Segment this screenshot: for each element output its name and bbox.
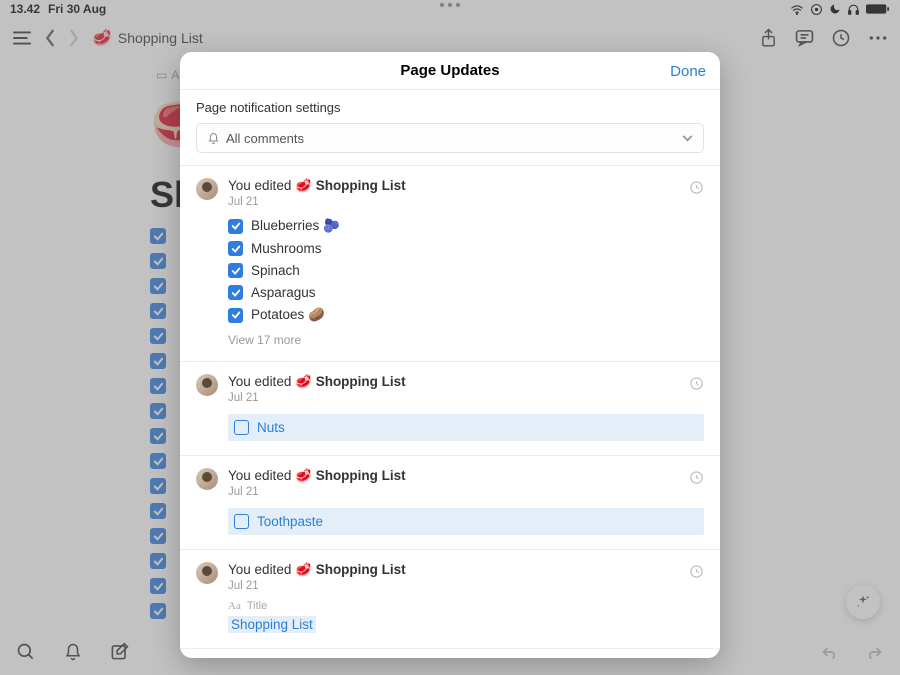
update-date: Jul 21 — [228, 392, 406, 404]
update-block[interactable]: You edited 🥩 Shopping List Jul 21 AaTitl… — [180, 550, 720, 649]
checkbox-checked-icon — [228, 285, 243, 300]
block-type-label: AaTitle — [228, 600, 704, 612]
update-block[interactable]: You edited 🥩 Shopping List Jul 21 Nuts — [180, 362, 720, 456]
avatar — [196, 562, 218, 584]
checkbox-checked-icon — [228, 308, 243, 323]
update-date: Jul 21 — [228, 580, 406, 592]
update-block[interactable]: You edited 🥩 Shopping List Jul 21 Toothp… — [180, 456, 720, 550]
page-updates-modal: Page Updates Done Page notification sett… — [180, 52, 720, 658]
checkbox-empty-icon — [234, 420, 249, 435]
page-emoji-icon: 🥩 — [295, 562, 312, 577]
clock-icon — [689, 564, 704, 579]
notification-dropdown[interactable]: All comments — [196, 123, 704, 153]
page-emoji-icon: 🥩 — [295, 374, 312, 389]
added-item-row: Toothpaste — [228, 508, 704, 535]
avatar — [196, 468, 218, 490]
update-date: Jul 21 — [228, 486, 406, 498]
update-block[interactable]: You edited 🥩 Shopping List Jul 21 Bluebe… — [180, 166, 720, 362]
update-title: You edited 🥩 Shopping List — [228, 374, 406, 390]
checklist-item: Mushrooms — [228, 241, 704, 256]
view-more-link[interactable]: View 17 more — [228, 333, 704, 347]
avatar — [196, 178, 218, 200]
update-title: You edited 🥩 Shopping List — [228, 178, 406, 194]
checklist-item: Asparagus — [228, 285, 704, 300]
avatar — [196, 374, 218, 396]
update-date: Jul 21 — [228, 196, 406, 208]
modal-title: Page Updates — [400, 62, 499, 79]
checkbox-checked-icon — [228, 219, 243, 234]
clock-icon — [689, 180, 704, 195]
clock-icon — [689, 470, 704, 485]
update-title: You edited 🥩 Shopping List — [228, 562, 406, 578]
done-button[interactable]: Done — [670, 52, 706, 90]
update-title: You edited 🥩 Shopping List — [228, 468, 406, 484]
chevron-down-icon — [682, 135, 693, 142]
notification-settings-label: Page notification settings — [196, 100, 704, 115]
clock-icon — [689, 376, 704, 391]
checkbox-checked-icon — [228, 263, 243, 278]
checklist-item: Blueberries 🫐 — [228, 218, 704, 234]
bell-icon — [207, 132, 220, 145]
checklist-item: Spinach — [228, 263, 704, 278]
page-emoji-icon: 🥩 — [295, 468, 312, 483]
added-item-row: Nuts — [228, 414, 704, 441]
checkbox-checked-icon — [228, 241, 243, 256]
dropdown-value: All comments — [226, 131, 304, 146]
page-emoji-icon: 🥩 — [295, 178, 312, 193]
added-title-text: Shopping List — [228, 616, 316, 633]
modal-header: Page Updates Done — [180, 52, 720, 90]
checklist-item: Potatoes 🥔 — [228, 307, 704, 323]
checkbox-empty-icon — [234, 514, 249, 529]
